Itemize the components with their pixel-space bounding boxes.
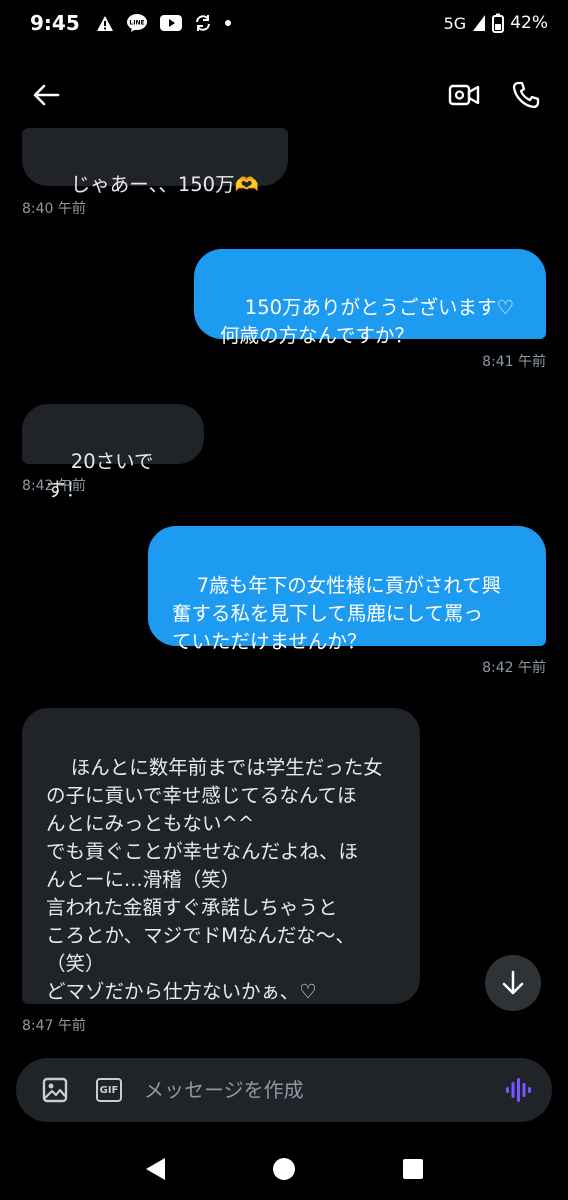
message-timestamp: 8:41 午前 bbox=[482, 354, 546, 370]
phone-call-button[interactable] bbox=[508, 77, 544, 113]
video-call-icon bbox=[448, 84, 480, 106]
network-label: 5G bbox=[443, 13, 467, 33]
message-text: 150万ありがとうございます♡ 何歳の方なんですか？ bbox=[220, 296, 514, 347]
message-text: 7歳も年下の女性様に貢がされて興 奮する私を見下して馬鹿にして罵っ ていただけま… bbox=[172, 574, 502, 653]
message-bubble-incoming[interactable]: じゃあー、、150万🫶 bbox=[22, 128, 288, 196]
message-input[interactable] bbox=[144, 1068, 504, 1112]
warning-icon bbox=[96, 15, 114, 32]
phone-call-icon bbox=[512, 81, 540, 109]
line-app-icon: LINE bbox=[126, 13, 148, 33]
message-timestamp: 8:47 午前 bbox=[22, 1018, 86, 1034]
status-time: 9:45 bbox=[30, 11, 80, 35]
status-left: 9:45 LINE bbox=[30, 11, 232, 35]
triangle-back-icon bbox=[145, 1158, 165, 1180]
video-call-button[interactable] bbox=[446, 77, 482, 113]
nav-recents-button[interactable] bbox=[393, 1149, 433, 1189]
image-icon bbox=[42, 1077, 68, 1103]
sync-icon bbox=[194, 14, 212, 32]
gif-button[interactable]: GIF bbox=[96, 1078, 122, 1102]
signal-icon bbox=[472, 14, 486, 32]
back-arrow-icon bbox=[33, 84, 60, 106]
message-timestamp: 8:42 午前 bbox=[482, 660, 546, 676]
scroll-to-bottom-button[interactable] bbox=[485, 955, 541, 1011]
message-bubble-incoming[interactable]: ほんとに数年前までは学生だった女 の子に貢いで幸せ感じてるなんてほ んとにみっと… bbox=[22, 708, 420, 1004]
battery-percent: 42% bbox=[510, 13, 548, 33]
square-recents-icon bbox=[403, 1159, 424, 1179]
message-timestamp: 8:42 午前 bbox=[22, 478, 86, 494]
message-bubble-incoming[interactable]: 20さいです！ bbox=[22, 404, 204, 501]
arrow-down-icon bbox=[502, 970, 524, 995]
svg-text:LINE: LINE bbox=[129, 20, 144, 27]
back-button[interactable] bbox=[28, 77, 64, 113]
message-bubble-outgoing[interactable]: 7歳も年下の女性様に貢がされて興 奮する私を見下して馬鹿にして罵っ ていただけま… bbox=[148, 526, 546, 653]
message-timestamp: 8:40 午前 bbox=[22, 201, 86, 217]
gif-icon: GIF bbox=[99, 1084, 119, 1096]
nav-home-button[interactable] bbox=[264, 1149, 304, 1189]
status-bar: 9:45 LINE 5G 42% bbox=[0, 0, 568, 46]
message-text: ほんとに数年前までは学生だった女 の子に貢いで幸せ感じてるなんてほ んとにみっと… bbox=[46, 756, 383, 1003]
message-bubble-outgoing[interactable]: 150万ありがとうございます♡ 何歳の方なんですか？ bbox=[194, 249, 546, 347]
header-actions bbox=[446, 77, 544, 113]
battery-icon bbox=[492, 13, 505, 33]
nav-back-button[interactable] bbox=[135, 1149, 175, 1189]
image-button[interactable] bbox=[42, 1077, 68, 1103]
status-right: 5G 42% bbox=[444, 13, 548, 33]
message-composer: GIF bbox=[16, 1058, 552, 1122]
system-nav-bar bbox=[0, 1138, 568, 1200]
dm-screen: 9:45 LINE 5G 42% じゃあー、、150万🫶 8:40 午前 150… bbox=[0, 0, 568, 1200]
voice-message-button[interactable] bbox=[504, 1076, 532, 1104]
youtube-icon bbox=[159, 15, 182, 31]
voice-icon bbox=[506, 1078, 531, 1102]
dot-icon bbox=[224, 19, 232, 27]
message-text: じゃあー、、150万🫶 bbox=[70, 173, 259, 196]
conversation-header bbox=[0, 62, 568, 128]
circle-home-icon bbox=[272, 1158, 295, 1180]
